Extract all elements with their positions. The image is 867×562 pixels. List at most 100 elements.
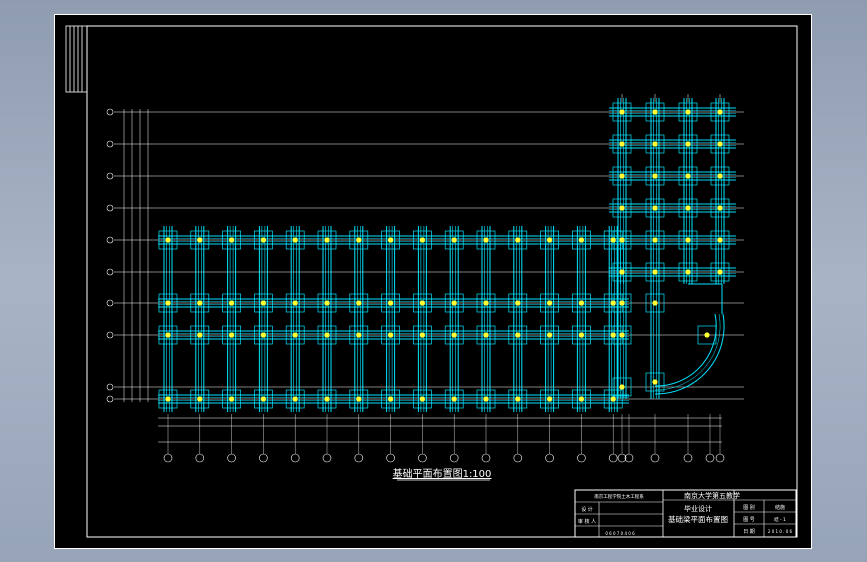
column-marker bbox=[717, 205, 723, 211]
column-marker bbox=[419, 237, 425, 243]
column-marker bbox=[197, 396, 203, 402]
column-marker bbox=[652, 269, 658, 275]
column-axis-bubble bbox=[418, 453, 427, 463]
column-marker bbox=[652, 237, 658, 243]
column-marker bbox=[717, 109, 723, 115]
column-marker bbox=[419, 300, 425, 306]
column-marker bbox=[717, 173, 723, 179]
column-marker bbox=[717, 269, 723, 275]
title-block-designer-label: 设 计 bbox=[581, 506, 593, 513]
column-marker bbox=[610, 396, 616, 402]
column-axis-bubble bbox=[386, 453, 395, 463]
row-axis-bubble bbox=[106, 395, 114, 403]
title-block: 南京工程学院土木工程系 南京大学第五教学 毕业设计 基础梁平面布置图 设 计 审… bbox=[574, 489, 797, 538]
column-marker bbox=[717, 237, 723, 243]
column-marker bbox=[652, 379, 658, 385]
row-axis-bubble bbox=[106, 383, 114, 391]
column-marker bbox=[685, 173, 691, 179]
column-marker bbox=[356, 396, 362, 402]
drawing-title: 基础平面布置图1:100 bbox=[393, 467, 492, 480]
column-marker bbox=[451, 396, 457, 402]
column-marker bbox=[324, 237, 330, 243]
column-marker bbox=[197, 300, 203, 306]
column-marker bbox=[419, 396, 425, 402]
column-marker bbox=[652, 300, 658, 306]
row-axis-bubble bbox=[106, 140, 114, 148]
column-marker bbox=[388, 300, 394, 306]
column-axis-bubble bbox=[259, 453, 268, 463]
column-marker bbox=[547, 300, 553, 306]
column-marker bbox=[619, 300, 625, 306]
column-marker bbox=[652, 205, 658, 211]
title-block-drawing-no-label: 图 别 bbox=[743, 504, 755, 511]
column-marker bbox=[451, 300, 457, 306]
column-marker bbox=[356, 237, 362, 243]
column-marker bbox=[260, 300, 266, 306]
column-marker bbox=[292, 300, 298, 306]
column-axis-bubble bbox=[449, 453, 459, 463]
column-marker bbox=[619, 109, 625, 115]
column-marker bbox=[197, 237, 203, 243]
column-marker bbox=[685, 205, 691, 211]
column-marker bbox=[388, 396, 394, 402]
foundation-beams bbox=[158, 98, 736, 412]
column-axis-bubble bbox=[545, 453, 554, 463]
column-marker bbox=[685, 141, 691, 147]
column-marker bbox=[324, 300, 330, 306]
column-marker bbox=[260, 332, 266, 338]
column-axis-bubble bbox=[513, 453, 523, 463]
column-marker bbox=[165, 332, 171, 338]
column-marker bbox=[451, 332, 457, 338]
column-axis-bubble bbox=[577, 453, 586, 463]
column-marker bbox=[619, 384, 625, 390]
column-marker bbox=[610, 332, 616, 338]
column-marker bbox=[685, 269, 691, 275]
column-marker bbox=[610, 237, 616, 243]
column-marker bbox=[165, 237, 171, 243]
column-marker bbox=[165, 300, 171, 306]
row-axis-bubble bbox=[106, 299, 114, 307]
column-marker bbox=[619, 332, 625, 338]
column-marker bbox=[292, 396, 298, 402]
column-marker bbox=[229, 300, 235, 306]
column-marker bbox=[704, 332, 710, 338]
title-block-date-value: 2 0 1 0 . 0 6 bbox=[768, 529, 793, 534]
column-marker bbox=[451, 237, 457, 243]
column-marker bbox=[578, 237, 585, 243]
row-axis-bubble bbox=[106, 268, 114, 276]
drawing-canvas: 基础平面布置图1:100 南京工程学院土木工程系 南京大学第五教学 毕业设计 基… bbox=[54, 14, 812, 549]
title-block-reviewer-label: 审 核 人 bbox=[578, 518, 596, 525]
foundation-plan-drawing: 基础平面布置图1:100 南京工程学院土木工程系 南京大学第五教学 毕业设计 基… bbox=[54, 14, 812, 549]
title-block-department: 南京工程学院土木工程系 bbox=[594, 493, 644, 500]
column-marker bbox=[578, 332, 585, 338]
row-axis-bubble bbox=[106, 172, 114, 180]
column-axis-bubble bbox=[715, 453, 725, 463]
title-block-date-label: 日 期 bbox=[743, 529, 755, 535]
column-marker bbox=[483, 396, 489, 402]
row-axis-bubble bbox=[106, 236, 114, 244]
column-marker bbox=[547, 396, 553, 402]
revision-strip bbox=[65, 25, 88, 93]
column-marker bbox=[356, 300, 362, 306]
column-marker bbox=[685, 109, 691, 115]
column-marker bbox=[515, 396, 521, 402]
column-axis-bubble bbox=[322, 453, 332, 463]
column-marker bbox=[260, 237, 266, 243]
column-marker bbox=[652, 141, 658, 147]
column-marker bbox=[547, 237, 553, 243]
title-block-student-no: 0 6 0 7 0 4 0 6 bbox=[605, 531, 635, 536]
column-marker bbox=[610, 300, 616, 306]
column-marker bbox=[324, 396, 330, 402]
column-marker bbox=[717, 141, 723, 147]
axis-bubbles bbox=[106, 108, 725, 463]
column-marker bbox=[652, 173, 658, 179]
column-marker bbox=[515, 332, 521, 338]
column-marker bbox=[578, 300, 585, 306]
column-marker bbox=[515, 300, 521, 306]
column-marker bbox=[483, 237, 489, 243]
row-axis-bubble bbox=[106, 331, 114, 339]
title-block-sheet-value: 结 - 1 bbox=[774, 516, 786, 523]
axis-gridlines bbox=[114, 111, 744, 400]
column-axis-bubble bbox=[290, 453, 300, 463]
column-axis-bubble bbox=[163, 453, 173, 463]
